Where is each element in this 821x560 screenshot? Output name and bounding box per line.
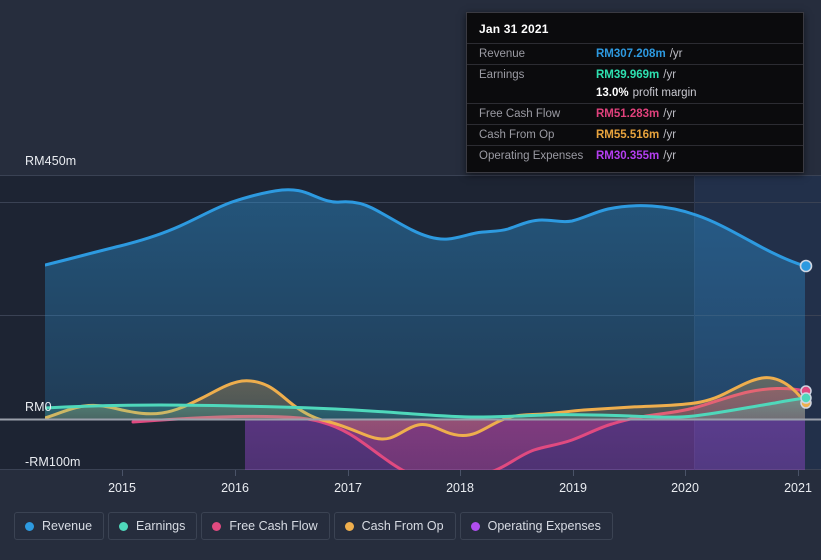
tooltip-unit-operating-expenses: /yr bbox=[663, 150, 677, 162]
x-axis-label-2021: 2021 bbox=[784, 481, 812, 495]
legend-dot-earnings bbox=[119, 521, 129, 531]
x-axis-label-2020: 2020 bbox=[671, 481, 699, 495]
tooltip-row-revenue: Revenue RM307.208m /yr bbox=[467, 43, 803, 64]
tooltip-row-operating-expenses: Operating Expenses RM30.355m /yr bbox=[467, 145, 803, 166]
legend-dot-operating-expenses bbox=[470, 521, 480, 531]
chart-tooltip: Jan 31 2021 Revenue RM307.208m /yr Earni… bbox=[466, 12, 804, 173]
x-axis-label-2015: 2015 bbox=[108, 481, 136, 495]
endpoint-marker-earnings bbox=[800, 392, 812, 404]
legend-dot-free-cash-flow bbox=[212, 521, 222, 531]
chart-svg bbox=[0, 175, 821, 476]
tooltip-label-revenue: Revenue bbox=[479, 48, 526, 60]
legend-label-cash-from-op: Cash From Op bbox=[361, 519, 444, 533]
x-axis-label-2016: 2016 bbox=[221, 481, 249, 495]
tooltip-value-earnings: RM39.969m bbox=[596, 69, 660, 81]
chart-plot-area[interactable] bbox=[0, 160, 821, 485]
tooltip-label-operating-expenses: Operating Expenses bbox=[479, 150, 584, 162]
tooltip-unit-profit-margin: profit margin bbox=[632, 87, 697, 99]
x-axis-label-2019: 2019 bbox=[559, 481, 587, 495]
tooltip-label-free-cash-flow: Free Cash Flow bbox=[479, 108, 561, 120]
legend-label-earnings: Earnings bbox=[136, 519, 186, 533]
x-axis-label-2018: 2018 bbox=[446, 481, 474, 495]
tooltip-row-earnings: Earnings RM39.969m /yr bbox=[467, 64, 803, 85]
y-axis-label-neg100m: -RM100m bbox=[25, 455, 81, 469]
x-axis-label-2017: 2017 bbox=[334, 481, 362, 495]
legend-dot-cash-from-op bbox=[344, 521, 354, 531]
y-axis-label-450m: RM450m bbox=[25, 154, 77, 168]
tooltip-value-free-cash-flow: RM51.283m bbox=[596, 108, 660, 120]
tooltip-row-profit-margin: 13.0% profit margin bbox=[467, 85, 803, 103]
tooltip-row-free-cash-flow: Free Cash Flow RM51.283m /yr bbox=[467, 103, 803, 124]
tooltip-unit-free-cash-flow: /yr bbox=[663, 108, 677, 120]
tooltip-value-cash-from-op: RM55.516m bbox=[596, 129, 660, 141]
tooltip-value-revenue: RM307.208m bbox=[596, 48, 666, 60]
tooltip-date: Jan 31 2021 bbox=[479, 22, 549, 36]
legend-item-operating-expenses[interactable]: Operating Expenses bbox=[459, 512, 613, 540]
tooltip-unit-revenue: /yr bbox=[669, 48, 683, 60]
tooltip-unit-earnings: /yr bbox=[663, 69, 677, 81]
legend-dot-revenue bbox=[25, 521, 34, 531]
tooltip-label-cash-from-op: Cash From Op bbox=[479, 129, 555, 141]
tooltip-unit-cash-from-op: /yr bbox=[663, 129, 677, 141]
legend-item-cash-from-op[interactable]: Cash From Op bbox=[333, 512, 456, 540]
financial-performance-chart: RM450m RM0 -RM100m 2015 2016 2017 2018 2… bbox=[0, 0, 821, 560]
legend-item-free-cash-flow[interactable]: Free Cash Flow bbox=[201, 512, 330, 540]
y-axis-label-0: RM0 bbox=[25, 400, 52, 414]
tooltip-label-earnings: Earnings bbox=[479, 69, 525, 81]
tooltip-row-cash-from-op: Cash From Op RM55.516m /yr bbox=[467, 124, 803, 145]
endpoint-marker-revenue bbox=[799, 259, 813, 273]
legend-item-earnings[interactable]: Earnings bbox=[108, 512, 198, 540]
chart-legend: Revenue Earnings Free Cash Flow Cash Fro… bbox=[14, 512, 613, 540]
legend-label-free-cash-flow: Free Cash Flow bbox=[229, 519, 318, 533]
tooltip-value-operating-expenses: RM30.355m bbox=[596, 150, 660, 162]
x-tick-marks bbox=[122, 470, 799, 476]
legend-item-revenue[interactable]: Revenue bbox=[14, 512, 105, 540]
legend-label-revenue: Revenue bbox=[42, 519, 93, 533]
tooltip-value-profit-margin: 13.0% bbox=[596, 87, 629, 99]
legend-label-operating-expenses: Operating Expenses bbox=[487, 519, 601, 533]
